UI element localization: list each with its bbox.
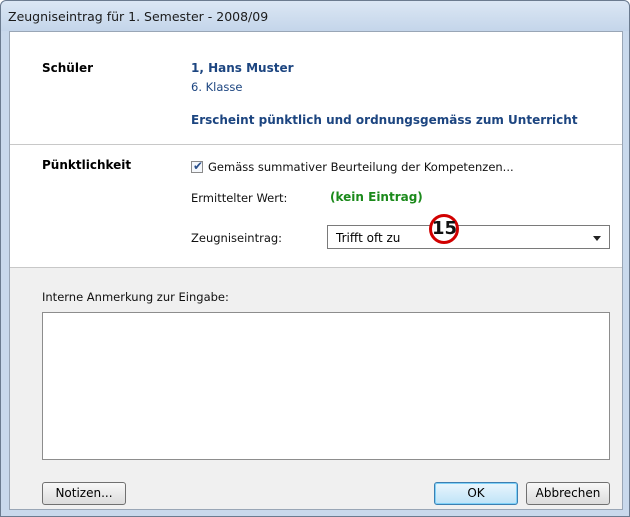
determined-value: (kein Eintrag) — [330, 190, 423, 204]
cancel-button[interactable]: Abbrechen — [526, 482, 610, 505]
window-title: Zeugniseintrag für 1. Semester - 2008/09 — [8, 9, 269, 24]
ok-button[interactable]: OK — [434, 482, 518, 505]
dialog-window: Zeugniseintrag für 1. Semester - 2008/09… — [0, 0, 630, 517]
checkmark-icon: ✔ — [193, 159, 204, 173]
report-entry-combobox[interactable]: Trifft oft zu — [327, 225, 610, 249]
student-class: 6. Klasse — [191, 80, 243, 94]
dialog-content: Schüler 1, Hans Muster 6. Klasse Erschei… — [9, 31, 623, 510]
chevron-down-icon[interactable] — [593, 236, 601, 241]
punctuality-label: Pünktlichkeit — [42, 158, 132, 172]
determined-value-label: Ermittelter Wert: — [191, 191, 288, 205]
summative-checkbox-label[interactable]: Gemäss summativer Beurteilung der Kompet… — [208, 160, 514, 174]
notes-button[interactable]: Notizen... — [42, 482, 126, 505]
criterion-text: Erscheint pünktlich und ordnungsgemäss z… — [191, 113, 578, 127]
student-section: Schüler 1, Hans Muster 6. Klasse Erschei… — [10, 32, 622, 145]
summative-checkbox[interactable]: ✔ — [191, 159, 204, 173]
step-callout-number: 15 — [432, 218, 458, 239]
student-name: 1, Hans Muster — [191, 61, 294, 75]
internal-note-textarea[interactable] — [42, 312, 610, 460]
internal-note-label: Interne Anmerkung zur Eingabe: — [42, 290, 229, 304]
step-callout-badge: 15 — [429, 214, 459, 244]
report-entry-value[interactable]: Trifft oft zu — [336, 231, 400, 245]
punctuality-section: Pünktlichkeit ✔ Gemäss summativer Beurte… — [10, 145, 622, 268]
title-bar[interactable]: Zeugniseintrag für 1. Semester - 2008/09 — [1, 1, 629, 31]
report-entry-label: Zeugniseintrag: — [191, 231, 283, 245]
student-label: Schüler — [42, 61, 94, 75]
